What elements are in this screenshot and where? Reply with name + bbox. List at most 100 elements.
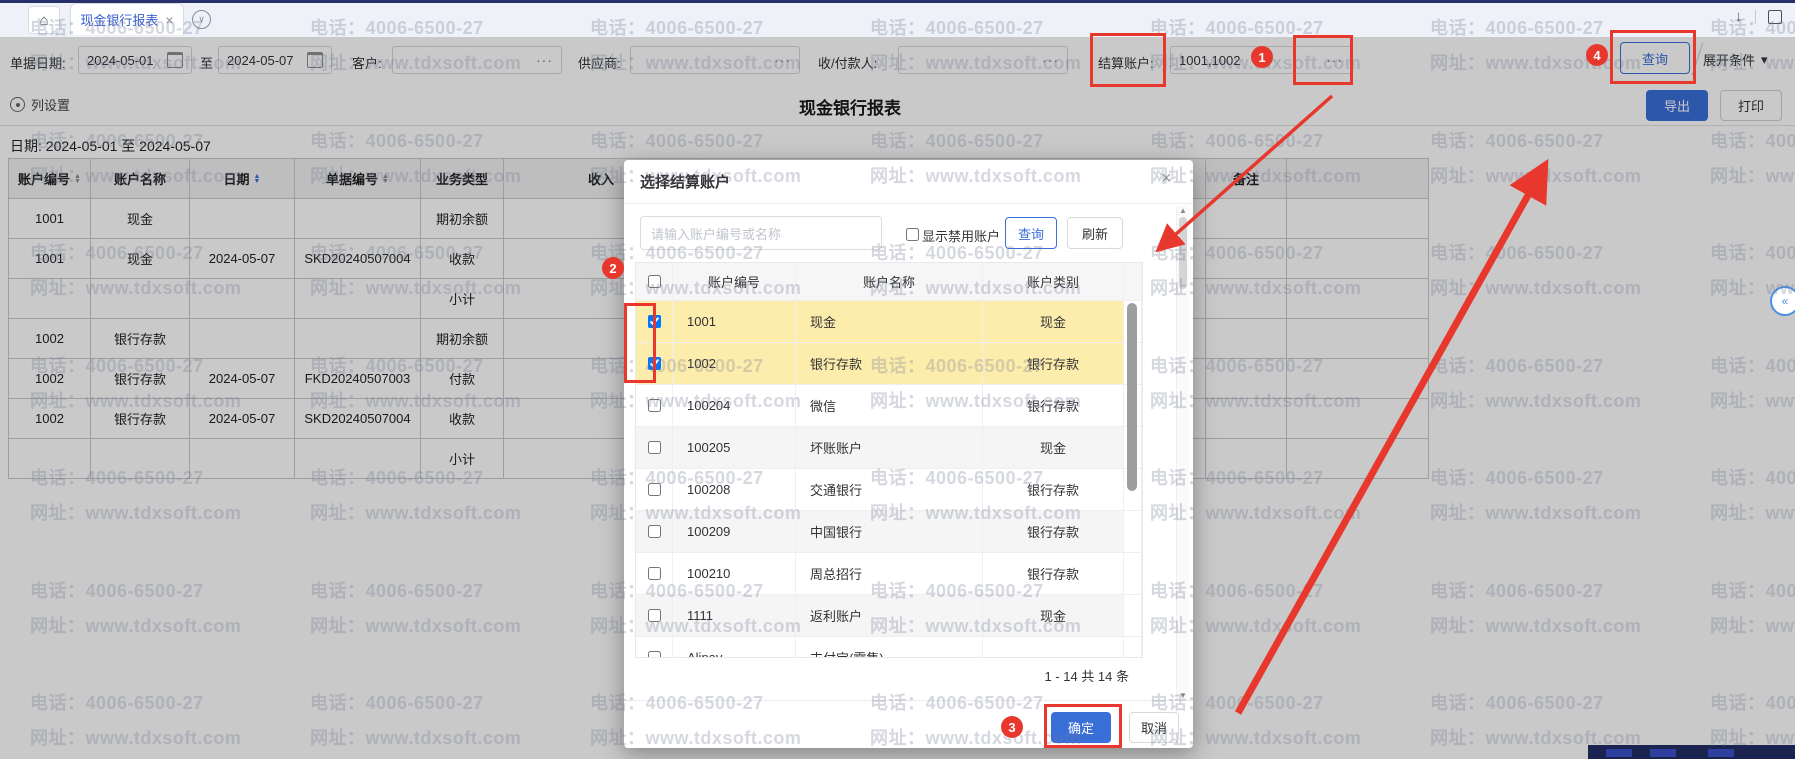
account-cell: 100209 xyxy=(673,511,796,553)
account-cell: 100205 xyxy=(673,427,796,469)
account-cell xyxy=(1124,637,1142,658)
column-header: 账户名称 xyxy=(796,263,983,301)
account-cell: 周总招行 xyxy=(796,553,983,595)
pagination-info: 1 - 14 共 14 条 xyxy=(624,666,1129,685)
download-icon[interactable]: ↓ xyxy=(1735,8,1743,25)
account-cell: 支付宝(零售) xyxy=(796,637,983,658)
account-row-checkbox[interactable] xyxy=(648,567,661,580)
fullscreen-icon[interactable] xyxy=(1768,10,1782,24)
account-cell: 1001 xyxy=(673,301,796,343)
account-cell: 微信 xyxy=(796,385,983,427)
account-cell xyxy=(636,427,673,469)
account-cell: 1002 xyxy=(673,343,796,385)
divider xyxy=(624,203,1193,204)
show-disabled-checkbox[interactable] xyxy=(906,228,919,241)
account-row-checkbox[interactable] xyxy=(648,483,661,496)
account-cell: 1111 xyxy=(673,595,796,637)
scroll-down-icon[interactable]: ▼ xyxy=(1179,691,1187,700)
account-cell: 银行存款 xyxy=(983,511,1124,553)
window-controls: ↓ xyxy=(1735,8,1782,25)
dialog-title: 选择结算账户 xyxy=(640,171,730,192)
account-cell xyxy=(636,595,673,637)
dialog-query-button[interactable]: 查询 xyxy=(1005,217,1057,249)
account-cell: Alipay xyxy=(673,637,796,658)
account-table-header: 账户编号账户名称账户类别 xyxy=(636,263,1142,301)
settle-account-dialog: 选择结算账户 × 请输入账户编号或名称 显示禁用账户 查询 刷新 账户编号账户名… xyxy=(624,160,1193,748)
account-cell xyxy=(636,385,673,427)
account-cell xyxy=(636,511,673,553)
annotation-badge-3: 3 xyxy=(1001,716,1023,738)
account-row[interactable]: 100204微信银行存款 xyxy=(636,385,1142,427)
account-cell: 银行存款 xyxy=(983,385,1124,427)
dialog-refresh-button[interactable]: 刷新 xyxy=(1067,217,1123,249)
account-cell: 100208 xyxy=(673,469,796,511)
annotation-badge-4: 4 xyxy=(1586,44,1608,66)
account-cell: 银行存款 xyxy=(983,343,1124,385)
account-row[interactable]: 1002银行存款银行存款 xyxy=(636,343,1142,385)
dialog-scrollbar[interactable]: ▲ ▼ xyxy=(1176,206,1189,700)
annotation-box-confirm xyxy=(1044,704,1122,748)
account-cell xyxy=(636,469,673,511)
account-cell: 100204 xyxy=(673,385,796,427)
app-window: ⌂ 现金银行报表 × ∨ ↓ 单据日期: 2024-05-01 至 2024-0… xyxy=(0,0,1795,759)
show-disabled-label: 显示禁用账户 xyxy=(922,226,1000,245)
account-cell xyxy=(636,637,673,658)
annotation-badge-1: 1 xyxy=(1251,46,1273,68)
annotation-box-ellipsis xyxy=(1293,35,1353,85)
scroll-up-icon[interactable]: ▲ xyxy=(1179,206,1187,215)
tab-cash-bank-report[interactable]: 现金银行报表 × xyxy=(70,3,184,35)
account-cell xyxy=(1124,553,1142,595)
annotation-box-query xyxy=(1610,30,1696,84)
account-row-checkbox[interactable] xyxy=(648,399,661,412)
account-table: 账户编号账户名称账户类别1001现金现金1002银行存款银行存款100204微信… xyxy=(635,262,1143,658)
account-row[interactable]: 100210周总招行银行存款 xyxy=(636,553,1142,595)
account-cell: 银行存款 xyxy=(796,343,983,385)
account-cell: 现金 xyxy=(983,595,1124,637)
account-cell: 现金 xyxy=(796,301,983,343)
column-header xyxy=(636,263,673,301)
dialog-scrollbar-thumb[interactable] xyxy=(1179,217,1187,289)
account-row-checkbox[interactable] xyxy=(648,609,661,622)
account-row[interactable]: 1111返利账户现金 xyxy=(636,595,1142,637)
account-cell: 100210 xyxy=(673,553,796,595)
annotation-box-settle-label xyxy=(1090,33,1166,87)
divider xyxy=(624,700,1193,701)
tab-label: 现金银行报表 xyxy=(80,10,158,29)
account-row[interactable]: 100205坏账账户现金 xyxy=(636,427,1142,469)
account-cell xyxy=(1124,595,1142,637)
annotation-badge-2: 2 xyxy=(602,257,624,279)
account-cell: 现金 xyxy=(983,301,1124,343)
column-header xyxy=(1124,263,1142,301)
side-panel-toggle-button[interactable]: « xyxy=(1770,286,1795,316)
account-row[interactable]: Alipay支付宝(零售) xyxy=(636,637,1142,658)
account-cell: 返利账户 xyxy=(796,595,983,637)
account-row-checkbox[interactable] xyxy=(648,441,661,454)
home-button[interactable]: ⌂ xyxy=(28,6,60,34)
account-row-checkbox[interactable] xyxy=(648,651,661,658)
account-cell: 交通银行 xyxy=(796,469,983,511)
divider xyxy=(1755,10,1756,24)
account-row[interactable]: 100208交通银行银行存款 xyxy=(636,469,1142,511)
account-cell: 银行存款 xyxy=(983,469,1124,511)
account-cell: 坏账账户 xyxy=(796,427,983,469)
account-cell xyxy=(636,553,673,595)
home-icon: ⌂ xyxy=(39,12,48,29)
account-row[interactable]: 100209中国银行银行存款 xyxy=(636,511,1142,553)
tab-close-icon[interactable]: × xyxy=(165,12,173,28)
account-row-checkbox[interactable] xyxy=(648,525,661,538)
account-cell: 现金 xyxy=(983,427,1124,469)
table-scrollbar-thumb[interactable] xyxy=(1127,303,1137,491)
account-cell xyxy=(1124,511,1142,553)
column-header: 账户编号 xyxy=(673,263,796,301)
account-cell: 中国银行 xyxy=(796,511,983,553)
account-search-input[interactable]: 请输入账户编号或名称 xyxy=(640,216,882,250)
account-row[interactable]: 1001现金现金 xyxy=(636,301,1142,343)
annotation-box-checkboxes xyxy=(624,303,656,383)
tab-list-dropdown-icon[interactable]: ∨ xyxy=(192,10,211,29)
select-all-checkbox[interactable] xyxy=(648,275,661,288)
cancel-button[interactable]: 取消 xyxy=(1129,712,1179,743)
dialog-close-icon[interactable]: × xyxy=(1161,168,1172,189)
tab-bar xyxy=(0,3,1795,38)
bottom-right-cutoff-bar xyxy=(1588,745,1795,759)
account-cell: 银行存款 xyxy=(983,553,1124,595)
